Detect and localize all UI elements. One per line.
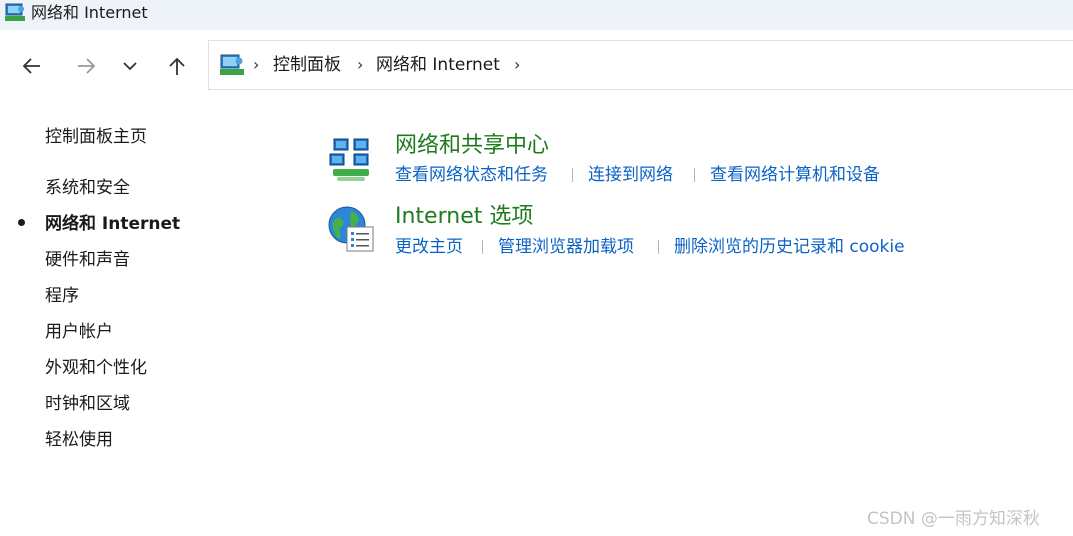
control-panel-icon (220, 54, 244, 75)
link-delete-history[interactable]: 删除浏览的历史记录和 cookie (674, 236, 905, 258)
link-divider (658, 240, 659, 254)
arrow-left-icon (22, 58, 40, 74)
arrow-up-icon (169, 57, 185, 75)
link-manage-addons[interactable]: 管理浏览器加载项 (498, 236, 634, 258)
up-button[interactable] (163, 52, 191, 80)
network-icon (329, 138, 369, 181)
recent-locations-button[interactable] (116, 52, 144, 80)
link-connect-to-network[interactable]: 连接到网络 (588, 164, 673, 186)
watermark: CSDN @一雨方知深秋 (867, 509, 1040, 529)
forward-button[interactable] (72, 52, 100, 80)
active-bullet (18, 219, 25, 226)
sidebar-item-ease-of-access[interactable]: 轻松使用 (45, 429, 113, 451)
globe-icon (328, 206, 374, 252)
sidebar-item-appearance[interactable]: 外观和个性化 (45, 357, 147, 379)
arrow-right-icon (78, 58, 96, 74)
link-divider (694, 168, 695, 182)
breadcrumb-separator[interactable]: › (514, 57, 520, 73)
link-view-network-computers[interactable]: 查看网络计算机和设备 (710, 164, 880, 186)
breadcrumb-separator[interactable]: › (357, 57, 363, 73)
sidebar-item-programs[interactable]: 程序 (45, 285, 79, 307)
back-button[interactable] (18, 52, 46, 80)
title-bar: 网络和 Internet (0, 0, 1073, 30)
chevron-down-icon (123, 62, 137, 71)
sidebar-item-hardware-sound[interactable]: 硬件和声音 (45, 249, 130, 271)
sidebar-item-system-security[interactable]: 系统和安全 (45, 177, 130, 199)
sidebar-item-network-internet: 网络和 Internet (45, 214, 181, 234)
sidebar-item-user-accounts[interactable]: 用户帐户 (45, 321, 113, 343)
window-title: 网络和 Internet (31, 3, 148, 22)
link-divider (572, 168, 573, 182)
category-title-internet-options[interactable]: Internet 选项 (395, 203, 533, 231)
category-title-network-sharing[interactable]: 网络和共享中心 (395, 132, 549, 160)
breadcrumb-network-internet[interactable]: 网络和 Internet (376, 55, 500, 75)
link-divider (482, 240, 483, 254)
sidebar-item-home[interactable]: 控制面板主页 (45, 126, 147, 148)
sidebar-item-clock-region[interactable]: 时钟和区域 (45, 393, 130, 415)
navigation-bar: › 控制面板 › 网络和 Internet › (0, 30, 1073, 102)
link-change-homepage[interactable]: 更改主页 (395, 236, 463, 258)
breadcrumb-separator[interactable]: › (253, 57, 259, 73)
address-bar[interactable]: › 控制面板 › 网络和 Internet › (208, 40, 1073, 90)
breadcrumb-control-panel[interactable]: 控制面板 (273, 55, 341, 75)
network-internet-icon (5, 3, 25, 21)
link-view-network-status[interactable]: 查看网络状态和任务 (395, 164, 548, 186)
